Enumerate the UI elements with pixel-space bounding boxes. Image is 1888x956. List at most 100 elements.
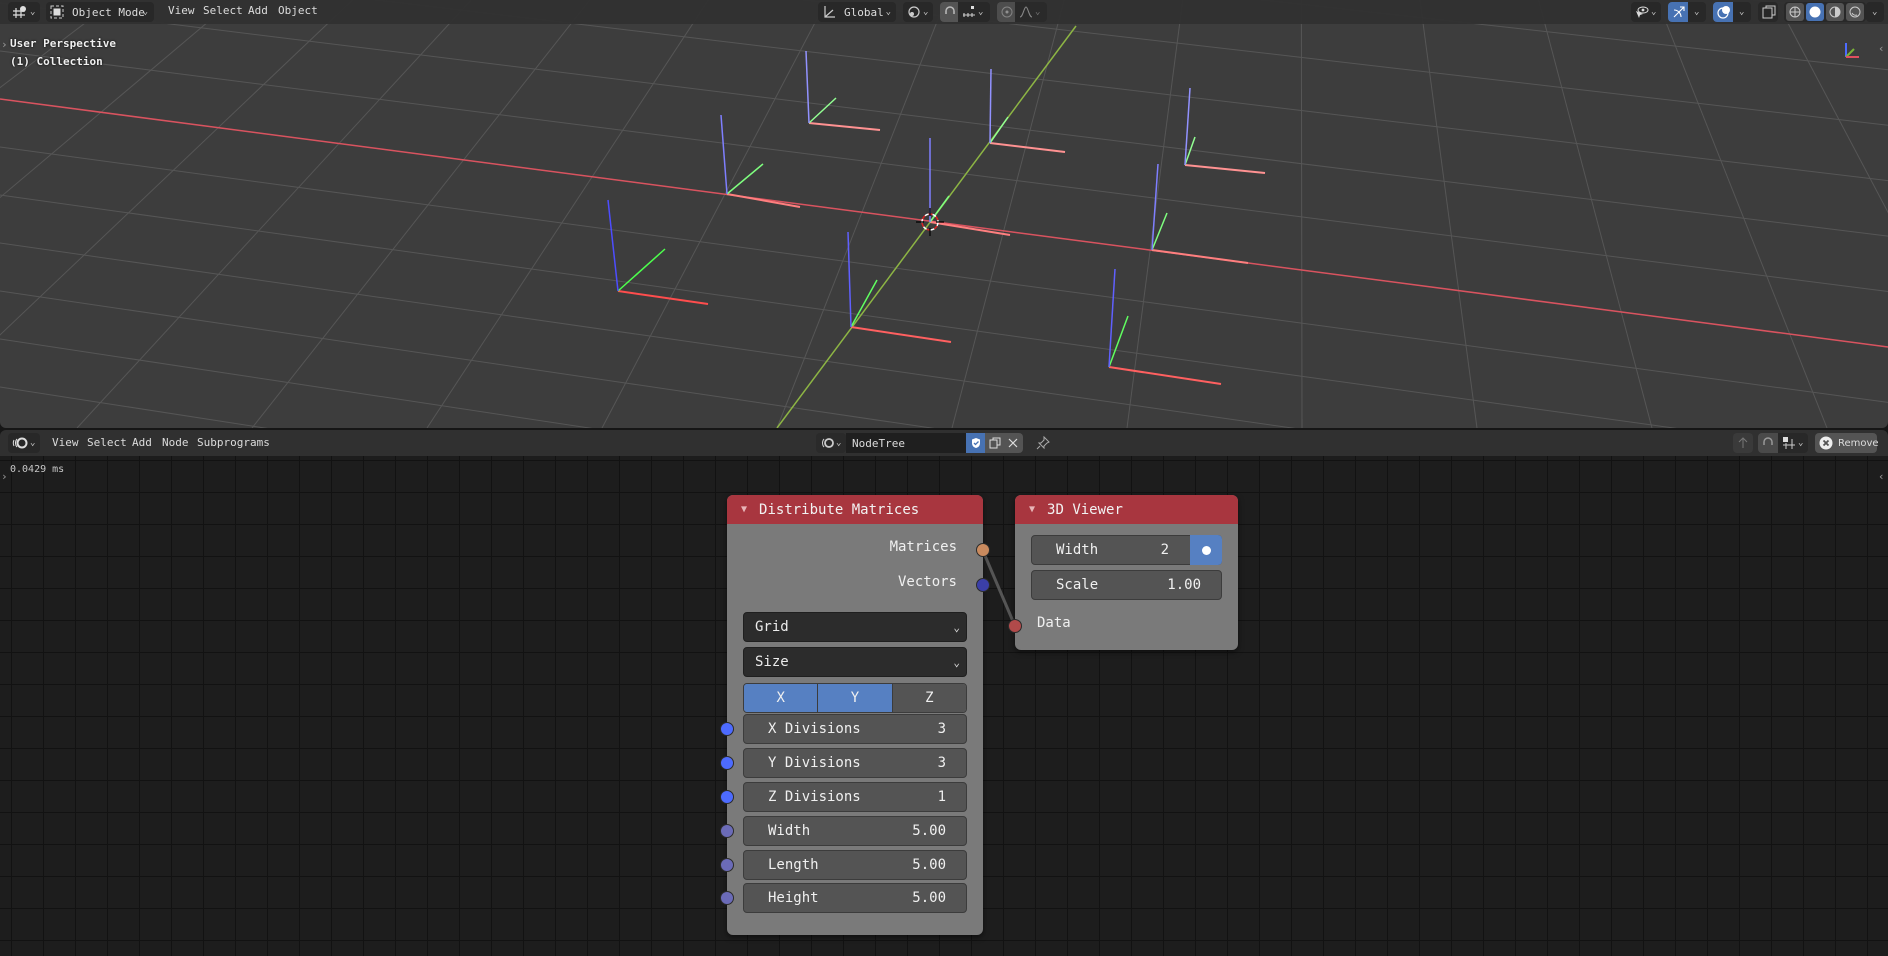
menu-select[interactable]: Select	[203, 4, 243, 17]
editor-type-button[interactable]: ⌄	[8, 2, 40, 22]
size-mode-dropdown[interactable]: Size ⌄	[743, 647, 967, 677]
shading-rendered-icon[interactable]	[1846, 3, 1864, 21]
node-header[interactable]: ▼ Distribute Matrices	[727, 495, 983, 524]
draw-points-toggle[interactable]	[1190, 535, 1222, 565]
node-title: 3D Viewer	[1047, 501, 1123, 518]
menu-add[interactable]: Add	[248, 4, 268, 17]
parent-tree-button[interactable]	[1733, 433, 1753, 453]
menu-view[interactable]: View	[52, 436, 79, 449]
axis-toggle-z[interactable]: Z	[892, 684, 966, 712]
menu-view[interactable]: View	[168, 4, 195, 17]
empty-y-axis	[989, 116, 1009, 144]
axis-toggle-y[interactable]: Y	[818, 684, 893, 712]
editor-type-button[interactable]: ⌄	[8, 433, 40, 453]
proportional-edit-toggle[interactable]	[997, 2, 1015, 22]
falloff-curve-icon	[1019, 5, 1033, 19]
shading-dropdown[interactable]: ⌄	[1866, 2, 1884, 22]
mode-dropdown[interactable]: Grid ⌄	[743, 612, 967, 642]
snap-toggle[interactable]	[940, 2, 958, 22]
socket-vectors-output[interactable]	[976, 578, 990, 592]
socket-data-input[interactable]	[1008, 619, 1022, 633]
empty-y-axis	[850, 279, 878, 328]
socket-height[interactable]	[720, 891, 734, 905]
socket-width[interactable]	[720, 824, 734, 838]
grid-line	[1300, 0, 1888, 428]
shading-solid-icon[interactable]	[1806, 3, 1824, 21]
node-editor[interactable]: ⌄ View Select Add Node Subprograms ⌄ Nod…	[0, 430, 1888, 956]
field-label: Height	[768, 890, 819, 906]
orientation-global-icon	[822, 5, 836, 19]
field-viewer-width[interactable]: Width 2	[1031, 535, 1222, 565]
grid-line	[0, 0, 1300, 428]
node-header[interactable]: ▼ 3D Viewer	[1015, 495, 1238, 524]
shading-wireframe-icon[interactable]	[1786, 3, 1804, 21]
collapse-triangle-icon[interactable]: ▼	[1029, 504, 1035, 515]
size-mode-value: Size	[755, 654, 789, 670]
socket-length[interactable]	[720, 858, 734, 872]
sidebar-expand-icon[interactable]: ‹	[1878, 42, 1885, 55]
menu-object[interactable]: Object	[278, 4, 318, 17]
menu-subprograms[interactable]: Subprograms	[197, 436, 270, 449]
overlay-toggle[interactable]	[1713, 2, 1733, 22]
chevron-down-icon: ⌄	[1035, 7, 1041, 17]
pivot-point-selector[interactable]: ⌄	[903, 2, 933, 22]
node-distribute-matrices[interactable]: ▼ Distribute Matrices Matrices Vectors G…	[720, 495, 990, 935]
snap-increment-icon	[962, 5, 976, 19]
snap-target-selector[interactable]: ⌄	[958, 2, 990, 22]
grid-line	[0, 0, 1300, 428]
overlay-dropdown[interactable]: ⌄	[1733, 2, 1751, 22]
remove-button[interactable]: Remove	[1815, 433, 1879, 453]
chevron-down-icon: ⌄	[30, 438, 36, 448]
socket-z-divisions[interactable]	[720, 790, 734, 804]
toolbar-expand-icon[interactable]: ›	[1, 38, 8, 51]
chevron-down-icon: ⌄	[1872, 7, 1878, 17]
transform-orientation-selector[interactable]: Global ⌄	[818, 2, 896, 22]
falloff-selector[interactable]: ⌄	[1015, 2, 1047, 22]
duplicate-tree-button[interactable]	[985, 433, 1004, 453]
snap-target-selector[interactable]: ⌄	[1778, 433, 1808, 453]
snap-toggle[interactable]	[1758, 433, 1778, 453]
viewport-scene[interactable]	[0, 0, 1888, 428]
field-label: Width	[768, 823, 811, 839]
field-y-divisions[interactable]: Y Divisions 3	[743, 748, 967, 778]
visibility-selector[interactable]: ⌄	[1631, 2, 1661, 22]
axis-toggle-x[interactable]: X	[744, 684, 819, 712]
field-width[interactable]: Width 5.00	[743, 816, 967, 846]
socket-matrices-output[interactable]	[976, 543, 990, 557]
gizmo-toggle[interactable]	[1668, 2, 1688, 22]
grid-line	[1775, 0, 1888, 214]
navigation-gizmo-icon[interactable]	[1842, 40, 1862, 60]
field-height[interactable]: Height 5.00	[743, 883, 967, 913]
tree-type-selector[interactable]: ⌄	[816, 433, 846, 453]
field-x-divisions[interactable]: X Divisions 3	[743, 714, 967, 744]
pin-button[interactable]	[1032, 433, 1052, 453]
menu-add[interactable]: Add	[132, 436, 152, 449]
xray-toggle[interactable]	[1758, 2, 1778, 22]
empty-x-axis	[617, 290, 709, 305]
unlink-tree-button[interactable]	[1004, 433, 1023, 453]
fake-user-toggle[interactable]	[966, 433, 985, 453]
toolbar-expand-icon[interactable]: ›	[1, 470, 8, 483]
node-3d-viewer[interactable]: ▼ 3D Viewer Width 2 Scale 1.00 Data	[1008, 495, 1238, 650]
socket-y-divisions[interactable]	[720, 756, 734, 770]
sidebar-expand-icon[interactable]: ‹	[1878, 470, 1885, 483]
grid-line	[251, 0, 591, 428]
field-label: Scale	[1056, 577, 1099, 593]
shading-material-icon[interactable]	[1826, 3, 1844, 21]
chevron-down-icon: ⌄	[1651, 7, 1657, 17]
mode-selector[interactable]: Object Mode ⌄	[46, 2, 154, 22]
menu-node[interactable]: Node	[162, 436, 189, 449]
selectability-visibility-icon	[1635, 5, 1649, 19]
collapse-triangle-icon[interactable]: ▼	[741, 504, 747, 515]
field-z-divisions[interactable]: Z Divisions 1	[743, 782, 967, 812]
tree-name-field[interactable]: NodeTree	[846, 433, 966, 453]
empty-x-axis	[850, 326, 952, 343]
field-length[interactable]: Length 5.00	[743, 850, 967, 880]
menu-select[interactable]: Select	[87, 436, 127, 449]
socket-x-divisions[interactable]	[720, 722, 734, 736]
empty-z-axis	[607, 199, 619, 292]
input-label-data: Data	[1037, 615, 1071, 631]
3d-viewport[interactable]: ⌄ Object Mode ⌄ View Select Add Object G…	[0, 0, 1888, 428]
gizmo-dropdown[interactable]: ⌄	[1688, 2, 1706, 22]
field-viewer-scale[interactable]: Scale 1.00	[1031, 570, 1222, 600]
